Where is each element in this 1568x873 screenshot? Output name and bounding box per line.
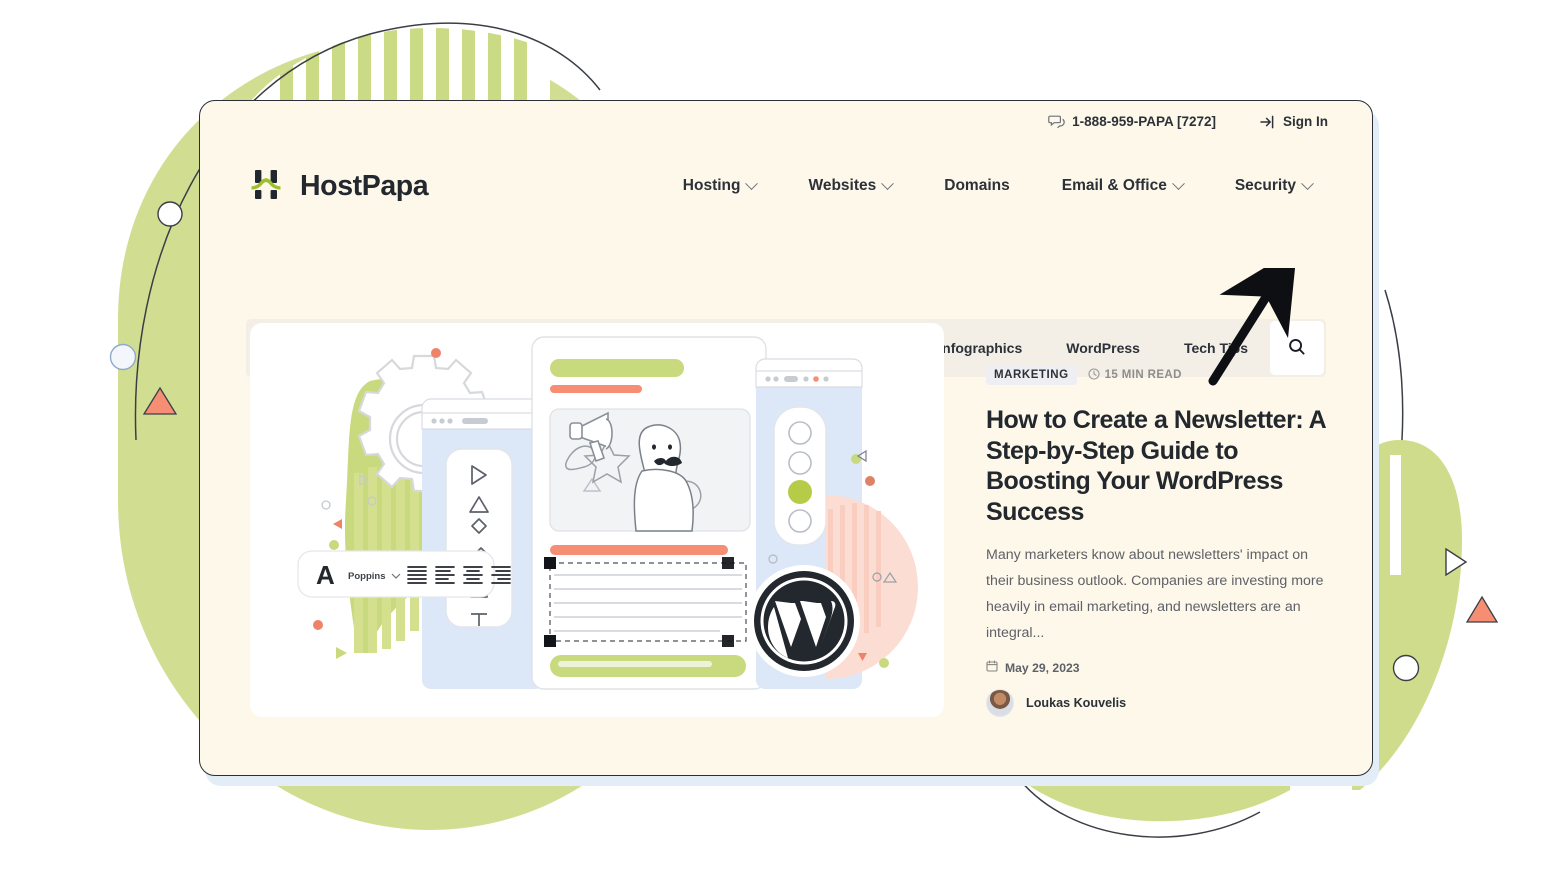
featured-article-image[interactable]: A Poppins <box>250 323 944 717</box>
article-date: May 29, 2023 <box>986 660 1326 675</box>
outline-circle-1 <box>157 201 183 227</box>
main-nav: Hosting Websites Domains Email & Office … <box>657 176 1338 195</box>
subnav-item-tech-tips[interactable]: Tech Tips <box>1162 340 1270 356</box>
chevron-down-icon <box>1171 176 1185 190</box>
clock-icon <box>1088 367 1100 383</box>
read-time: 15 MIN READ <box>1088 367 1182 383</box>
chat-bubble-icon <box>1048 114 1065 129</box>
coral-triangle-right <box>1465 595 1499 623</box>
phone-link[interactable]: 1-888-959-PAPA [7272] <box>1048 114 1216 129</box>
outline-circle-2 <box>109 343 137 371</box>
nav-label: Domains <box>944 177 1010 194</box>
nav-item-websites[interactable]: Websites <box>782 176 918 195</box>
outline-play-triangle-right <box>1445 547 1468 577</box>
chevron-down-icon <box>1301 176 1314 190</box>
sign-in-arrow-icon <box>1260 115 1276 129</box>
article-meta: MARKETING 15 MIN READ <box>986 365 1326 385</box>
sign-in-link[interactable]: Sign In <box>1260 114 1328 129</box>
font-chip-letter: A <box>316 560 335 590</box>
nav-label: Hosting <box>682 177 741 194</box>
outline-arc-bottom <box>1019 779 1261 838</box>
logo[interactable]: HostPapa <box>246 164 429 209</box>
nav-item-domains[interactable]: Domains <box>918 177 1035 195</box>
logo-text: HostPapa <box>300 169 429 202</box>
utility-bar: 1-888-959-PAPA [7272] Sign In <box>1048 114 1328 129</box>
hostpapa-mustache-icon <box>246 164 286 209</box>
wordpress-logo-icon <box>748 565 860 677</box>
chevron-down-icon <box>881 176 895 190</box>
nav-item-security[interactable]: Security <box>1209 176 1338 195</box>
coral-triangle-left <box>142 386 178 415</box>
page-title[interactable]: How to Create a Newsletter: A Step-by-St… <box>986 405 1326 527</box>
nav-label: Email & Office <box>1061 177 1167 194</box>
screenshot-root: 1-888-959-PAPA [7272] Sign In HostPapa H… <box>0 0 1568 873</box>
outline-circle-3 <box>1392 654 1420 682</box>
article-author[interactable]: Loukas Kouvelis <box>986 689 1326 718</box>
main-header: HostPapa Hosting Websites Domains Email … <box>200 151 1372 221</box>
newsletter-editor-illustration: A Poppins <box>297 336 918 690</box>
article-excerpt: Many marketers know about newsletters' i… <box>986 547 1324 641</box>
phone-label: 1-888-959-PAPA [7272] <box>1072 114 1216 129</box>
browser-window: 1-888-959-PAPA [7272] Sign In HostPapa H… <box>199 100 1373 776</box>
nav-item-email-office[interactable]: Email & Office <box>1036 176 1209 195</box>
featured-article: MARKETING 15 MIN READ How to Create a Ne… <box>986 365 1326 718</box>
nav-label: Websites <box>808 177 877 194</box>
status-badge[interactable]: MARKETING <box>986 365 1077 385</box>
author-name: Loukas Kouvelis <box>1026 696 1127 711</box>
sign-in-label: Sign In <box>1283 114 1328 129</box>
nav-label: Security <box>1234 177 1296 194</box>
nav-item-hosting[interactable]: Hosting <box>657 176 783 195</box>
article-date-label: May 29, 2023 <box>1005 660 1080 675</box>
calendar-icon <box>986 660 998 675</box>
font-chip-name: Poppins <box>348 571 385 582</box>
avatar <box>986 689 1014 718</box>
chevron-down-icon <box>745 176 759 190</box>
subnav-item-wordpress[interactable]: WordPress <box>1044 340 1162 356</box>
read-time-label: 15 MIN READ <box>1104 369 1182 381</box>
search-icon <box>1287 337 1307 360</box>
